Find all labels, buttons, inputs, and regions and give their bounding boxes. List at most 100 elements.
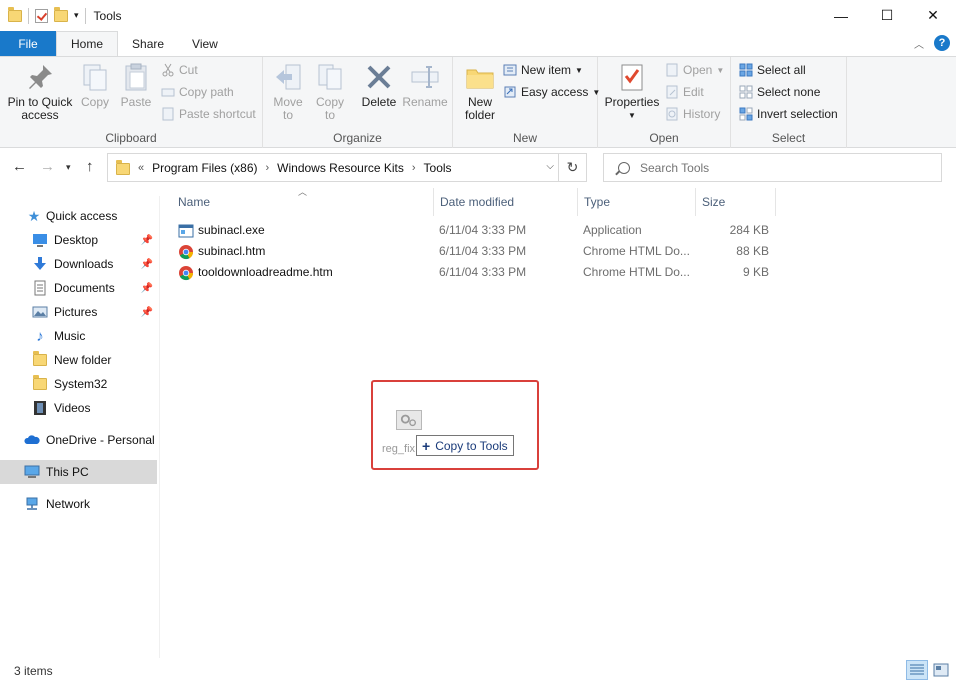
invert-selection-label: Invert selection bbox=[757, 107, 838, 121]
chevron-right-icon[interactable]: › bbox=[265, 162, 269, 174]
refresh-button[interactable]: ↻ bbox=[558, 154, 586, 181]
cut-button[interactable]: Cut bbox=[161, 60, 198, 80]
column-header-type[interactable]: Type bbox=[578, 188, 696, 216]
copy-path-button[interactable]: Copy path bbox=[161, 82, 234, 102]
nav-item-videos[interactable]: Videos bbox=[0, 396, 157, 420]
select-all-button[interactable]: Select all bbox=[739, 60, 806, 80]
refresh-icon: ↻ bbox=[566, 159, 579, 175]
move-to-button[interactable]: Move to bbox=[271, 61, 305, 122]
large-icons-view-button[interactable] bbox=[930, 660, 952, 680]
nav-item-system32[interactable]: System32 bbox=[0, 372, 157, 396]
nav-onedrive[interactable]: OneDrive - Personal bbox=[0, 428, 157, 452]
file-name: subinacl.exe bbox=[198, 223, 265, 237]
select-none-button[interactable]: Select none bbox=[739, 82, 820, 102]
ribbon: Pin to Quick access Copy Paste Cut Copy … bbox=[0, 56, 956, 148]
copy-to-button[interactable]: Copy to bbox=[313, 61, 347, 122]
properties-button[interactable]: Properties ▼ bbox=[604, 61, 660, 122]
nav-item-new-folder[interactable]: New folder bbox=[0, 348, 157, 372]
open-icon bbox=[666, 63, 678, 77]
pin-to-quick-access-button[interactable]: Pin to Quick access bbox=[6, 61, 74, 122]
chevron-down-icon: ▼ bbox=[575, 65, 583, 75]
details-view-icon bbox=[910, 664, 924, 675]
ribbon-tabs: File Home Share View ︿ ? bbox=[0, 31, 956, 56]
back-arrow-icon[interactable]: ← bbox=[12, 158, 27, 175]
paste-icon bbox=[125, 63, 147, 91]
select-all-label: Select all bbox=[757, 63, 806, 77]
tab-share[interactable]: Share bbox=[118, 31, 178, 56]
new-folder-button[interactable]: New folder bbox=[461, 61, 499, 122]
new-folder-icon[interactable] bbox=[54, 6, 68, 22]
file-row[interactable]: subinacl.exe 6/11/04 3:33 PM Application… bbox=[174, 220, 774, 241]
history-icon bbox=[666, 107, 678, 121]
file-type: Chrome HTML Do... bbox=[583, 244, 690, 258]
file-row[interactable]: tooldownloadreadme.htm 6/11/04 3:33 PM C… bbox=[174, 262, 774, 283]
nav-item-documents[interactable]: Documents 📌 bbox=[0, 276, 157, 300]
computer-icon bbox=[24, 465, 40, 478]
nav-item-downloads[interactable]: Downloads 📌 bbox=[0, 252, 157, 276]
breadcrumb-item[interactable]: Windows Resource Kits bbox=[277, 161, 404, 175]
new-folder-icon bbox=[466, 69, 494, 89]
maximize-button[interactable]: ☐ bbox=[864, 0, 910, 31]
nav-this-pc[interactable]: This PC bbox=[0, 460, 157, 484]
nav-item-label: Music bbox=[54, 329, 86, 343]
delete-button[interactable]: Delete bbox=[359, 61, 399, 109]
close-button[interactable]: ✕ bbox=[910, 0, 956, 31]
collapse-ribbon-icon[interactable]: ︿ bbox=[914, 36, 924, 51]
nav-item-label: Documents bbox=[54, 281, 115, 295]
easy-access-button[interactable]: Easy access ▼ bbox=[503, 82, 600, 102]
properties-icon[interactable] bbox=[35, 8, 48, 23]
minimize-button[interactable]: — bbox=[818, 0, 864, 31]
exe-icon bbox=[178, 224, 194, 238]
column-header-date[interactable]: Date modified bbox=[434, 188, 578, 216]
qat-dropdown-icon[interactable]: ▾ bbox=[74, 10, 79, 21]
chevron-down-icon[interactable]: ⌵ bbox=[546, 161, 554, 172]
history-button[interactable]: History bbox=[665, 104, 720, 124]
search-icon bbox=[618, 161, 630, 174]
chevron-right-icon[interactable]: › bbox=[412, 162, 416, 174]
new-item-button[interactable]: New item ▼ bbox=[503, 60, 583, 80]
nav-quick-access[interactable]: ★ Quick access bbox=[0, 204, 157, 228]
open-group: Properties ▼ Open ▼ Edit History Open bbox=[598, 57, 731, 148]
nav-item-desktop[interactable]: Desktop 📌 bbox=[0, 228, 157, 252]
paste-button[interactable]: Paste bbox=[118, 61, 154, 109]
new-group-label: New bbox=[512, 131, 537, 145]
rename-button[interactable]: Rename bbox=[402, 61, 448, 109]
overflow-chevron-icon[interactable]: « bbox=[138, 162, 144, 174]
details-view-button[interactable] bbox=[906, 660, 928, 680]
status-bar: 3 items bbox=[0, 658, 956, 684]
tab-file[interactable]: File bbox=[0, 31, 56, 56]
search-box[interactable] bbox=[603, 153, 942, 182]
pin-icon bbox=[29, 65, 52, 89]
recent-locations-chevron-icon[interactable]: ▾ bbox=[66, 162, 71, 173]
file-size: 9 KB bbox=[742, 265, 769, 279]
nav-network[interactable]: Network bbox=[0, 492, 157, 516]
column-header-size[interactable]: Size bbox=[696, 188, 776, 216]
cloud-icon bbox=[24, 435, 40, 444]
tab-view[interactable]: View bbox=[178, 31, 232, 56]
nav-onedrive-label: OneDrive - Personal bbox=[46, 433, 155, 447]
column-header-name[interactable]: Name bbox=[172, 188, 434, 216]
nav-item-music[interactable]: ♪ Music bbox=[0, 324, 157, 348]
paste-label: Paste bbox=[120, 95, 152, 109]
open-button[interactable]: Open ▼ bbox=[665, 60, 724, 80]
address-bar[interactable]: « Program Files (x86) › Windows Resource… bbox=[107, 153, 587, 182]
nav-item-pictures[interactable]: Pictures 📌 bbox=[0, 300, 157, 324]
up-arrow-icon[interactable]: ↑ bbox=[86, 158, 94, 175]
nav-item-label: Desktop bbox=[54, 233, 99, 247]
paste-shortcut-icon bbox=[162, 107, 174, 121]
invert-selection-button[interactable]: Invert selection bbox=[739, 104, 838, 124]
easy-access-icon bbox=[504, 86, 516, 98]
folder-icon bbox=[8, 6, 22, 22]
forward-arrow-icon[interactable]: → bbox=[40, 158, 55, 175]
file-row[interactable]: subinacl.htm 6/11/04 3:33 PM Chrome HTML… bbox=[174, 241, 774, 262]
help-icon[interactable]: ? bbox=[934, 35, 950, 51]
breadcrumb-item[interactable]: Program Files (x86) bbox=[152, 161, 257, 175]
edit-button[interactable]: Edit bbox=[665, 82, 704, 102]
cut-label: Cut bbox=[179, 63, 198, 77]
paste-shortcut-button[interactable]: Paste shortcut bbox=[161, 104, 256, 124]
breadcrumb-item[interactable]: Tools bbox=[424, 161, 452, 175]
search-input[interactable] bbox=[640, 160, 940, 175]
desktop-icon bbox=[33, 234, 47, 247]
tab-home[interactable]: Home bbox=[56, 31, 119, 56]
copy-button[interactable]: Copy bbox=[78, 61, 112, 109]
